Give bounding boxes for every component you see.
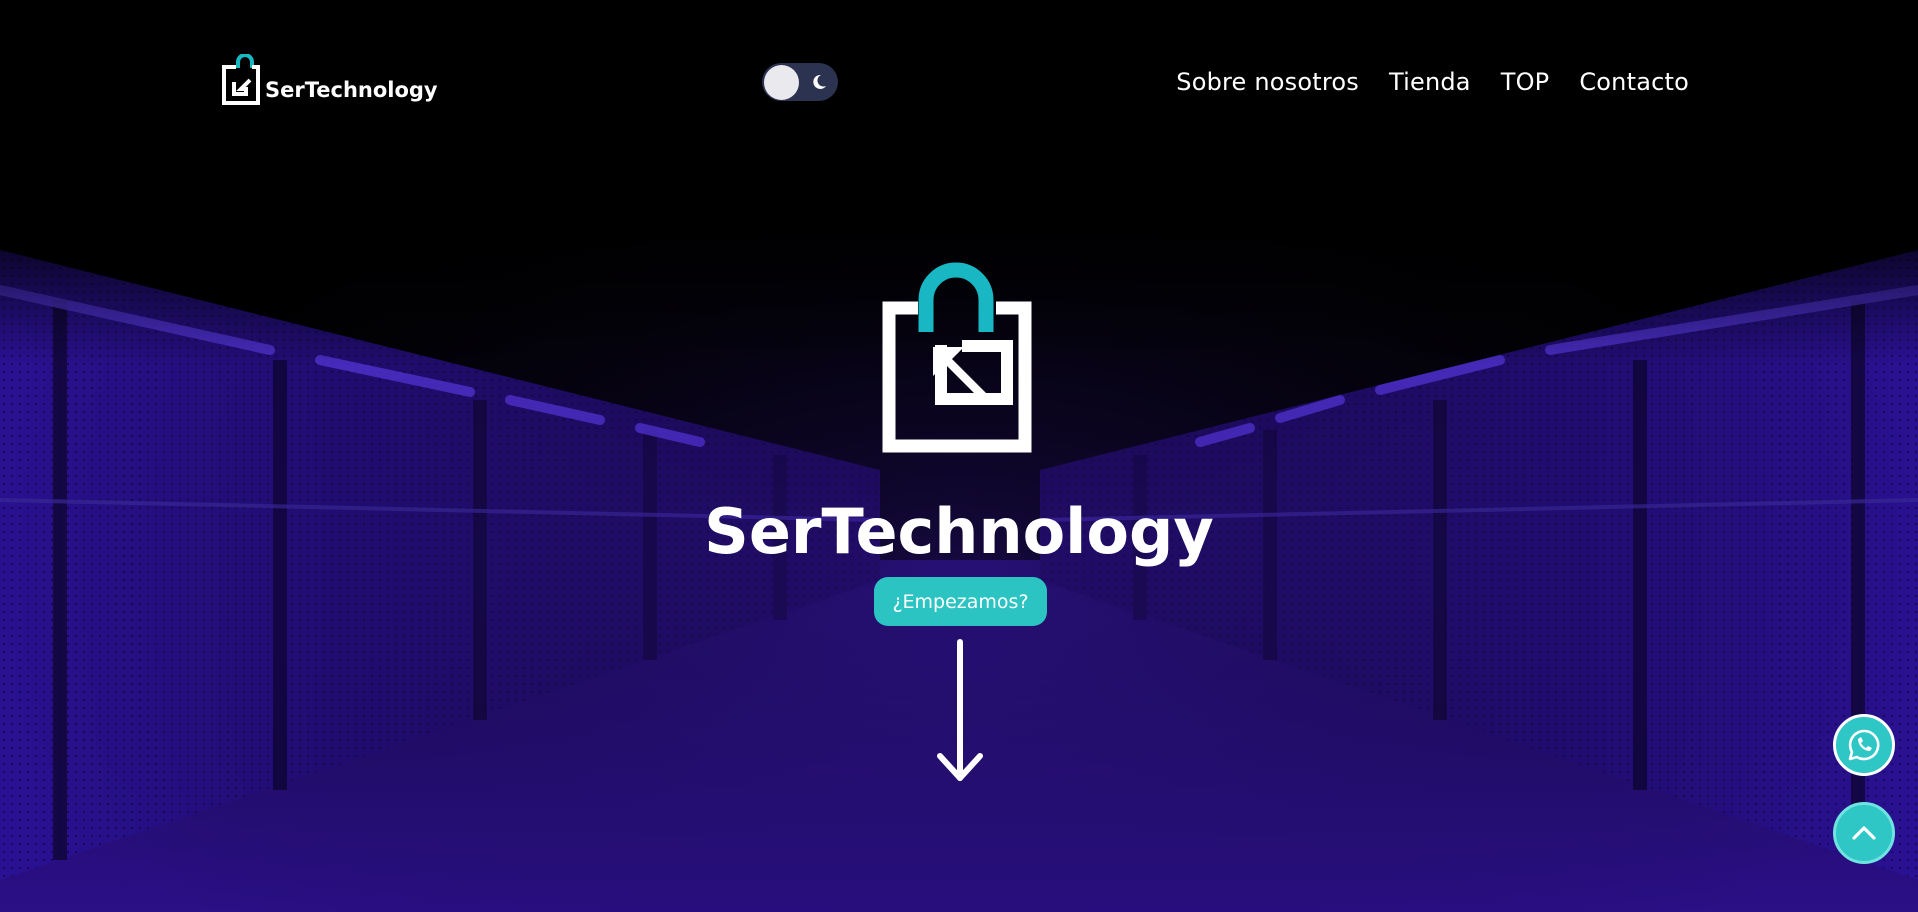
nav-item-tienda: Tienda	[1389, 66, 1471, 98]
arrow-down-icon[interactable]	[936, 638, 984, 784]
toggle-knob	[764, 65, 799, 100]
chevron-up-icon	[1852, 826, 1876, 840]
nav-link-contacto[interactable]: Contacto	[1579, 68, 1689, 96]
landing-page: SerTechnology Sobre nosotros Tienda TOP …	[0, 0, 1918, 912]
whatsapp-button[interactable]	[1833, 714, 1895, 776]
nav-item-top: TOP	[1501, 66, 1550, 98]
nav-link-top[interactable]: TOP	[1501, 68, 1550, 96]
moon-icon	[813, 74, 826, 89]
nav-item-sobre-nosotros: Sobre nosotros	[1176, 66, 1359, 98]
nav-link-sobre-nosotros[interactable]: Sobre nosotros	[1176, 68, 1359, 96]
whatsapp-icon	[1848, 729, 1880, 761]
brand-name: SerTechnology	[265, 78, 438, 102]
back-to-top-button[interactable]	[1833, 802, 1895, 864]
theme-toggle[interactable]	[762, 63, 838, 101]
start-button[interactable]: ¿Empezamos?	[874, 577, 1047, 626]
brand-logo-link[interactable]: SerTechnology	[220, 54, 438, 106]
nav-item-contacto: Contacto	[1579, 66, 1689, 98]
nav-menu: Sobre nosotros Tienda TOP Contacto	[1176, 66, 1689, 98]
hero-logo-icon	[882, 262, 1032, 453]
hero-title: SerTechnology	[704, 495, 1214, 568]
navbar: SerTechnology Sobre nosotros Tienda TOP …	[0, 0, 1918, 164]
shopping-bag-arrow-icon	[222, 54, 260, 105]
nav-link-tienda[interactable]: Tienda	[1389, 68, 1471, 96]
